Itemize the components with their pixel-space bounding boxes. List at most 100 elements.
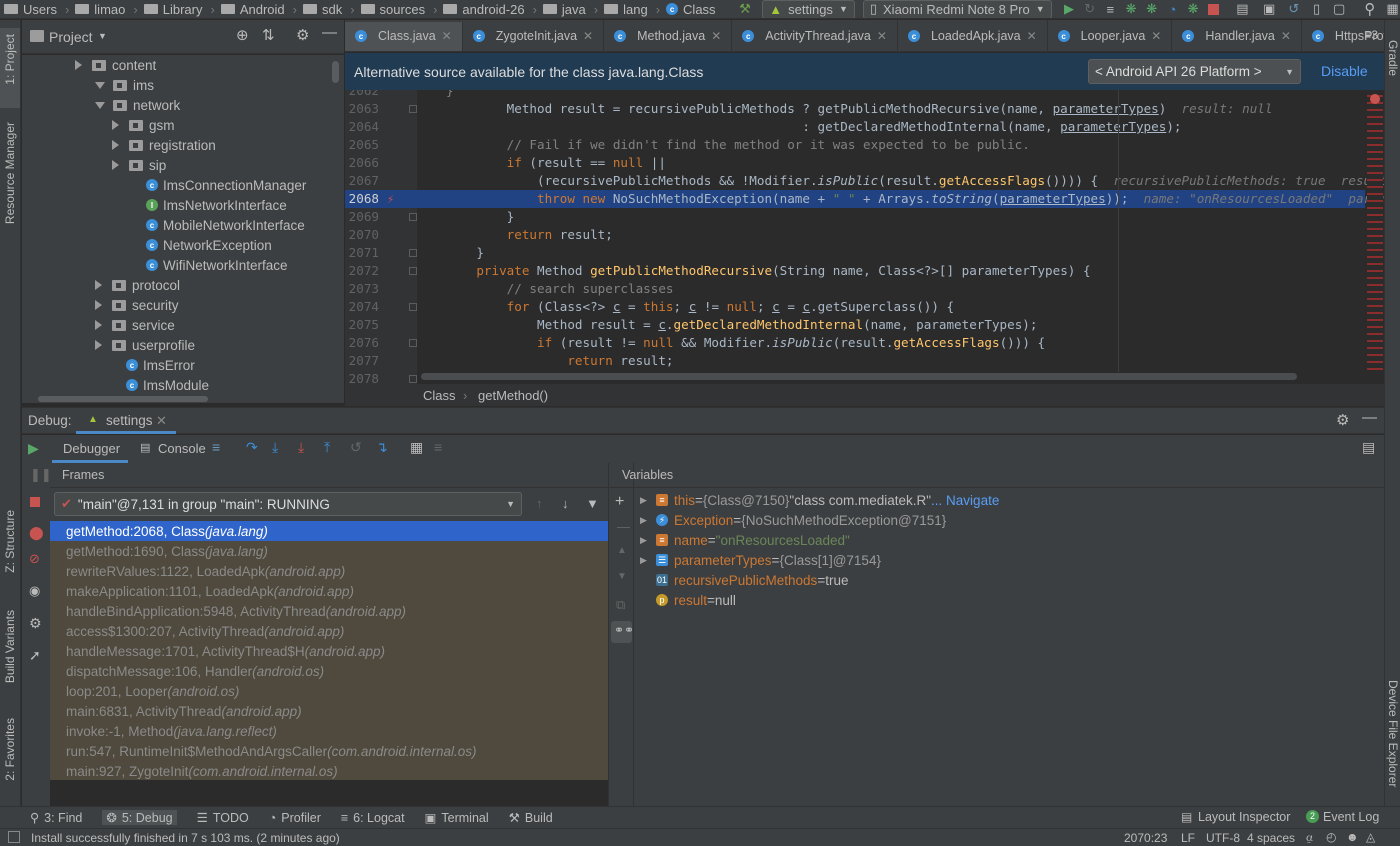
line-separator[interactable]: LF — [1181, 831, 1195, 845]
expand-arrow-icon[interactable] — [95, 81, 105, 89]
editor-tab[interactable]: c LoadedApk.java ✕ — [898, 20, 1048, 51]
breadcrumb-item[interactable]: Android — [220, 2, 285, 17]
layout-icon[interactable]: ▦ — [1385, 1, 1400, 17]
tree-node[interactable]: registration — [112, 135, 216, 155]
code-editor[interactable]: 2062} 2063 Method result = recursivePubli… — [345, 90, 1384, 384]
debug-icon[interactable]: ❋ — [1124, 1, 1139, 17]
platform-select[interactable]: < Android API 26 Platform > ▼ — [1088, 59, 1301, 84]
step-out-icon[interactable]: ⤒ — [324, 439, 330, 456]
variable-row[interactable]: ▶ ☰ parameterTypes = {Class[1]@7154} — [640, 550, 881, 570]
collapse-arrow-icon[interactable] — [95, 320, 102, 330]
sync-gradle-icon[interactable]: ↺ — [1286, 1, 1301, 17]
tree-node[interactable]: c WifiNetworkInterface — [146, 255, 288, 275]
add-icon[interactable]: + — [615, 493, 624, 511]
cursor-position[interactable]: 2070:23 — [1124, 831, 1167, 845]
tree-node[interactable]: sip — [112, 155, 166, 175]
breadcrumb-item[interactable]: lang — [604, 2, 648, 17]
bottom-tool--debug[interactable]: ❂ 5: Debug — [102, 810, 177, 825]
memory-icon[interactable]: ◬ — [1366, 830, 1375, 844]
collapse-arrow-icon[interactable] — [112, 140, 119, 150]
variable-row[interactable]: ▶ ⚡ Exception = {NoSuchMethodException@715… — [640, 510, 946, 530]
code-line[interactable]: 2074 for (Class<?> c = this; c != null; … — [345, 298, 1365, 316]
drop-frame-icon[interactable]: ↺ — [350, 439, 362, 456]
lock-icon[interactable]: ⍶ — [1306, 830, 1313, 845]
breadcrumb-item[interactable]: Users — [4, 2, 57, 17]
arrow-up-icon[interactable]: ↑ — [536, 496, 543, 511]
attach-debugger-icon[interactable]: ❋ — [1144, 1, 1159, 17]
threads-icon[interactable]: ≡ — [212, 439, 220, 455]
code-line[interactable]: 2064 : getDeclaredMethodInternal(name, p… — [345, 118, 1365, 136]
editor-tab[interactable]: c ZygoteInit.java ✕ — [463, 20, 605, 51]
code-line[interactable]: 2066 if (result == null || — [345, 154, 1365, 172]
close-icon[interactable]: ✕ — [156, 413, 167, 429]
gear-icon[interactable]: ⚙ — [1336, 411, 1349, 429]
terminal-tool-icon[interactable]: ▣ — [1262, 1, 1277, 17]
editor-hscrollbar[interactable] — [421, 373, 1297, 380]
fold-marker-icon[interactable] — [409, 249, 417, 257]
breadcrumb-item[interactable]: c Class — [666, 2, 716, 17]
gear-icon[interactable]: ⚙ — [29, 615, 42, 632]
fold-marker-icon[interactable] — [409, 213, 417, 221]
close-icon[interactable]: ✕ — [711, 29, 721, 43]
collapse-arrow-icon[interactable] — [112, 120, 119, 130]
view-breakpoints-icon[interactable]: ⬤ — [29, 525, 44, 541]
disable-link[interactable]: Disable — [1321, 63, 1368, 79]
frame-row[interactable]: dispatchMessage:106, Handler (android.os… — [50, 661, 608, 681]
collapse-arrow-icon[interactable] — [75, 60, 82, 70]
camera-icon[interactable]: ◉ — [29, 583, 40, 599]
debug-attach-icon[interactable]: ❋ — [1186, 1, 1201, 17]
remove-icon[interactable]: — — [617, 519, 630, 534]
filter-icon[interactable]: ▼ — [586, 496, 599, 511]
tree-node[interactable]: ims — [95, 75, 154, 95]
expand-arrow-icon[interactable]: ▶ — [640, 535, 654, 546]
breadcrumb-item[interactable]: java — [542, 2, 586, 17]
profile-icon[interactable]: ◔ — [1165, 1, 1180, 17]
collapse-arrow-icon[interactable] — [95, 340, 102, 350]
tree-node[interactable]: I ImsNetworkInterface — [146, 195, 287, 215]
run-icon[interactable]: ▶ — [1062, 1, 1077, 17]
locate-icon[interactable]: ⊕ — [236, 26, 249, 44]
force-step-into-icon[interactable]: ⤓ — [298, 439, 304, 456]
tree-scrollbar[interactable] — [332, 61, 339, 83]
close-icon[interactable]: ✕ — [1281, 29, 1291, 43]
move-down-icon[interactable]: ▼ — [617, 571, 627, 582]
tree-node[interactable]: content — [75, 55, 156, 75]
frame-row[interactable]: getMethod:2068, Class (java.lang) — [50, 521, 608, 541]
fold-marker-icon[interactable] — [409, 267, 417, 275]
editor-tab[interactable]: c ActivityThread.java ✕ — [732, 20, 898, 51]
bottom-tool--find[interactable]: ⚲ 3: Find — [30, 810, 82, 826]
arrow-down-icon[interactable]: ↓ — [562, 496, 569, 511]
code-line[interactable]: 2065 // Fail if we didn't find the metho… — [345, 136, 1365, 154]
fold-marker-icon[interactable] — [409, 375, 417, 383]
file-encoding[interactable]: UTF-8 — [1206, 831, 1240, 845]
collapse-arrow-icon[interactable] — [95, 300, 102, 310]
editor-tab[interactable]: c Method.java ✕ — [604, 20, 733, 51]
status-message[interactable]: Install successfully finished in 7 s 103… — [31, 831, 340, 845]
step-into-icon[interactable]: ⤓ — [272, 439, 278, 456]
editor-tab[interactable]: c Looper.java ✕ — [1048, 20, 1173, 51]
project-tool-label[interactable]: 1: Project — [3, 34, 17, 85]
expand-arrow-icon[interactable]: ▶ — [640, 555, 654, 566]
pause-icon[interactable]: ❚❚ — [30, 467, 52, 483]
collapse-arrow-icon[interactable] — [112, 160, 119, 170]
expand-arrow-icon[interactable]: ▶ — [640, 495, 654, 506]
code-line[interactable]: 2070 return result; — [345, 226, 1365, 244]
bottom-tool-profiler[interactable]: ◔ Profiler — [269, 811, 321, 825]
close-icon[interactable]: ✕ — [1151, 29, 1161, 43]
stop-icon[interactable] — [1206, 1, 1221, 17]
code-line[interactable]: 2063 Method result = recursivePublicMeth… — [345, 100, 1365, 118]
breadcrumb-item[interactable]: android-26 — [443, 2, 525, 17]
favorites-label[interactable]: 2: Favorites — [3, 718, 17, 781]
minimize-icon[interactable]: — — [1362, 409, 1377, 426]
resource-manager-label[interactable]: Resource Manager — [3, 122, 17, 224]
editor-tab[interactable]: c Handler.java ✕ — [1172, 20, 1302, 51]
breadcrumb-item[interactable]: sdk — [302, 2, 342, 17]
tabs-overflow[interactable]: ≡3 — [1364, 28, 1378, 42]
gradle-label[interactable]: Gradle — [1386, 40, 1400, 76]
crumb-method[interactable]: getMethod() — [478, 388, 548, 403]
tree-node[interactable]: userprofile — [95, 335, 195, 355]
error-stripe[interactable] — [1367, 90, 1383, 372]
build-variants-label[interactable]: Build Variants — [3, 610, 17, 683]
device-select[interactable]: ▯ Xiaomi Redmi Note 8 Pro ▼ — [862, 0, 1052, 18]
code-line[interactable]: 2071 } — [345, 244, 1365, 262]
